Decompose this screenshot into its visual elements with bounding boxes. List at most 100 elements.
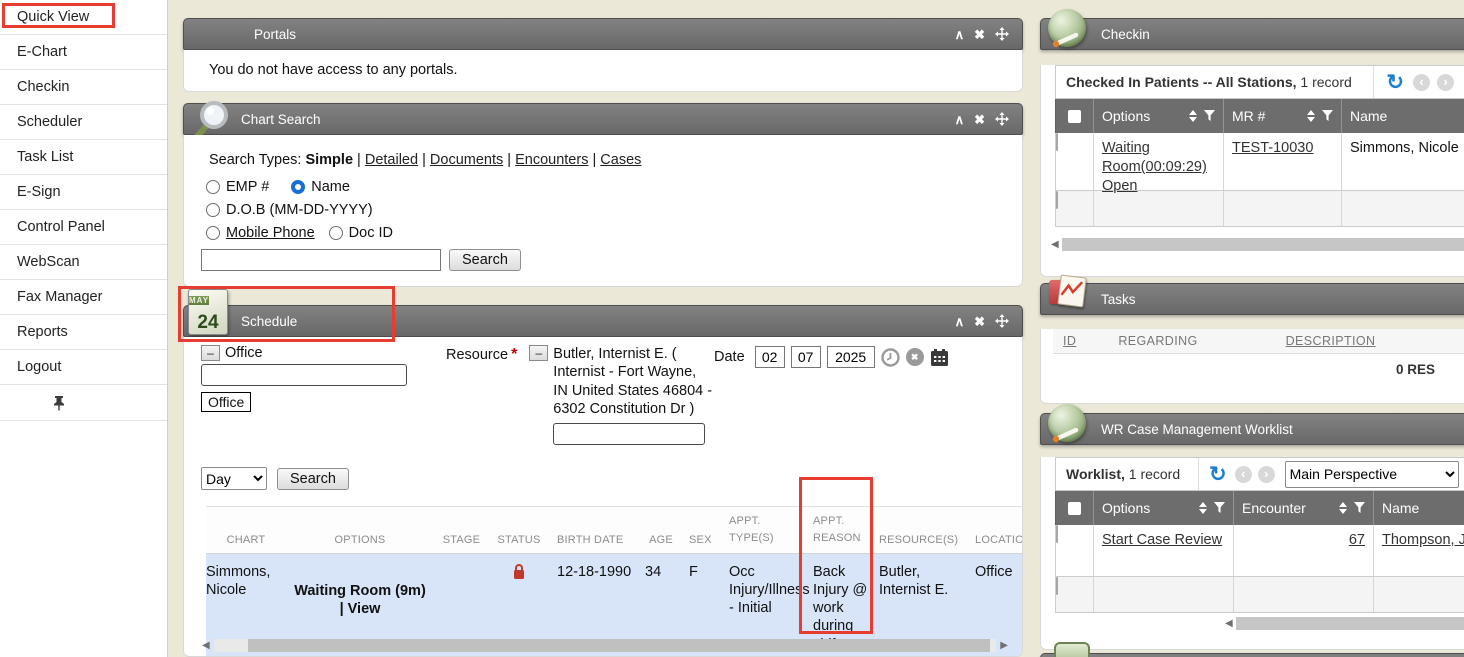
clear-date-icon[interactable]: ✖	[906, 348, 924, 366]
move-icon[interactable]	[995, 314, 1009, 328]
dob-radio[interactable]	[206, 203, 220, 217]
refresh-icon[interactable]: ↻	[1209, 464, 1227, 485]
collapse-icon[interactable]: ∧	[955, 315, 965, 328]
doc-id-radio-label[interactable]: Doc ID	[349, 225, 393, 241]
office-tag[interactable]: Office	[201, 392, 251, 412]
emp-number-radio-label[interactable]: EMP #	[226, 179, 269, 195]
mobile-phone-radio-label[interactable]: Mobile Phone	[226, 225, 315, 241]
search-type-cases[interactable]: Cases	[600, 152, 641, 168]
resource-input[interactable]	[553, 423, 705, 445]
collapse-icon[interactable]: ∧	[955, 113, 965, 126]
office-input[interactable]	[201, 364, 407, 386]
refresh-icon[interactable]: ↻	[1386, 72, 1404, 93]
column-header-options[interactable]: Options	[1094, 491, 1234, 525]
scroll-left-icon[interactable]: ◀	[202, 641, 210, 651]
next-page-icon[interactable]: ›	[1437, 74, 1454, 91]
date-picker-calendar-icon[interactable]	[930, 348, 949, 367]
perspective-select[interactable]: Main Perspective	[1285, 461, 1459, 488]
sidebar-item-control-panel[interactable]: Control Panel	[0, 210, 167, 245]
column-header-encounter[interactable]: Encounter	[1234, 491, 1374, 525]
scroll-right-icon[interactable]: ▶	[1000, 641, 1008, 651]
column-header-name[interactable]: Name	[1342, 99, 1464, 133]
sort-icon[interactable]	[1307, 110, 1315, 122]
row-checkbox[interactable]	[1056, 577, 1058, 595]
row-checkbox[interactable]	[1056, 133, 1058, 151]
schedule-search-button[interactable]: Search	[277, 468, 349, 490]
patient-name-link[interactable]: Thompson, Jennifer	[1382, 532, 1464, 548]
column-header-chart[interactable]: CHART	[206, 507, 286, 553]
scrollbar-thumb[interactable]	[1236, 617, 1464, 630]
scroll-left-icon[interactable]: ◀	[1051, 240, 1059, 250]
pushpin-icon[interactable]	[52, 395, 66, 411]
name-radio-label[interactable]: Name	[311, 179, 350, 195]
column-header-birth-date[interactable]: BIRTH DATE	[549, 507, 641, 553]
filter-funnel-icon[interactable]	[1322, 110, 1333, 122]
sidebar-item-webscan[interactable]: WebScan	[0, 245, 167, 280]
row-checkbox[interactable]	[1056, 191, 1058, 209]
mr-number-link[interactable]: TEST-10030	[1232, 140, 1313, 156]
column-header-location[interactable]: LOCATION	[967, 507, 1023, 553]
column-header-id[interactable]: ID	[1063, 334, 1076, 348]
sidebar-item-reports[interactable]: Reports	[0, 315, 167, 350]
view-link[interactable]: | View	[286, 600, 434, 618]
column-header-options[interactable]: OPTIONS	[286, 507, 434, 553]
start-case-review-link[interactable]: Start Case Review	[1102, 532, 1222, 548]
sidebar-item-e-sign[interactable]: E-Sign	[0, 175, 167, 210]
filter-funnel-icon[interactable]	[1204, 110, 1215, 122]
column-header-name[interactable]: Name	[1374, 491, 1464, 525]
mobile-phone-radio[interactable]	[206, 226, 220, 240]
sidebar-item-e-chart[interactable]: E-Chart	[0, 35, 167, 70]
sidebar-item-quick-view[interactable]: Quick View	[0, 0, 167, 35]
emp-number-radio[interactable]	[206, 180, 220, 194]
filter-funnel-icon[interactable]	[1214, 502, 1225, 514]
column-header-resources[interactable]: RESOURCE(S)	[871, 507, 967, 553]
date-year-input[interactable]	[827, 346, 875, 368]
dob-radio-label[interactable]: D.O.B (MM-DD-YYYY)	[226, 202, 373, 218]
column-header-mr[interactable]: MR #	[1224, 99, 1342, 133]
resource-collapse-button[interactable]: –	[529, 345, 548, 361]
collapse-icon[interactable]: ∧	[955, 28, 965, 41]
close-icon[interactable]: ✖	[974, 113, 985, 126]
range-select[interactable]: Day	[201, 467, 267, 490]
sort-icon[interactable]	[1199, 502, 1207, 514]
move-icon[interactable]	[995, 112, 1009, 126]
date-day-input[interactable]	[791, 346, 821, 368]
close-icon[interactable]: ✖	[974, 28, 985, 41]
column-header-sex[interactable]: SEX	[681, 507, 721, 553]
doc-id-radio[interactable]	[329, 226, 343, 240]
close-icon[interactable]: ✖	[974, 315, 985, 328]
sidebar-item-scheduler[interactable]: Scheduler	[0, 105, 167, 140]
scrollbar-thumb[interactable]	[1062, 238, 1464, 251]
scrollbar-thumb[interactable]	[248, 639, 991, 652]
column-header-status[interactable]: STATUS	[489, 507, 549, 553]
sidebar-item-fax-manager[interactable]: Fax Manager	[0, 280, 167, 315]
sidebar-item-logout[interactable]: Logout	[0, 350, 167, 385]
search-type-simple[interactable]: Simple	[305, 152, 353, 168]
column-header-appt-types[interactable]: APPT. TYPE(S)	[721, 507, 805, 553]
prev-page-icon[interactable]: ‹	[1235, 466, 1252, 483]
move-icon[interactable]	[995, 27, 1009, 41]
sidebar-item-task-list[interactable]: Task List	[0, 140, 167, 175]
scroll-left-icon[interactable]: ◀	[1225, 619, 1233, 629]
row-checkbox[interactable]	[1056, 525, 1058, 543]
search-type-encounters[interactable]: Encounters	[515, 152, 588, 168]
encounter-link[interactable]: 67	[1349, 532, 1365, 548]
column-header-stage[interactable]: STAGE	[434, 507, 489, 553]
chart-search-button[interactable]: Search	[449, 249, 521, 271]
select-all-checkbox[interactable]	[1068, 110, 1081, 123]
sort-icon[interactable]	[1339, 502, 1347, 514]
scrollbar-track[interactable]	[214, 639, 997, 652]
sidebar-item-checkin[interactable]: Checkin	[0, 70, 167, 105]
column-header-options[interactable]: Options	[1094, 99, 1224, 133]
clock-icon[interactable]	[881, 348, 900, 367]
column-header-description[interactable]: DESCRIPTION	[1286, 334, 1376, 348]
column-header-age[interactable]: AGE	[641, 507, 681, 553]
select-all-checkbox[interactable]	[1068, 502, 1081, 515]
chart-search-input[interactable]	[201, 249, 441, 271]
next-page-icon[interactable]: ›	[1258, 466, 1275, 483]
waiting-room-link[interactable]: Waiting Room(00:09:29)	[1102, 140, 1207, 175]
date-month-input[interactable]	[755, 346, 785, 368]
prev-page-icon[interactable]: ‹	[1413, 74, 1430, 91]
search-type-documents[interactable]: Documents	[430, 152, 503, 168]
office-collapse-button[interactable]: –	[201, 345, 220, 361]
